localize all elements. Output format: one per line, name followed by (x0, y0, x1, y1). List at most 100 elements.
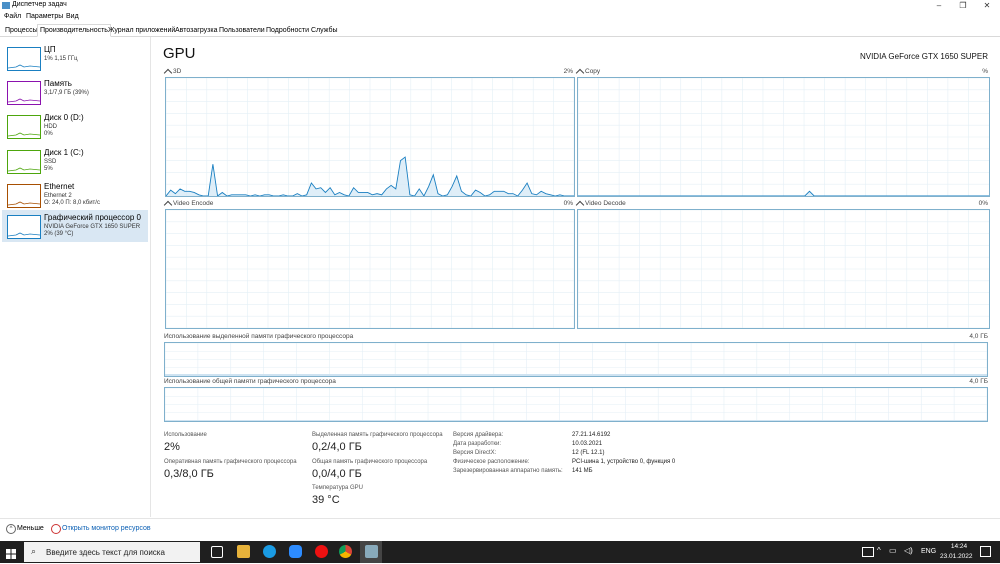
dedicated-value: 0,2/4,0 ГБ (312, 441, 362, 453)
shared-value: 0,0/4,0 ГБ (312, 468, 362, 480)
network-icon[interactable]: ▭ (889, 546, 897, 555)
maximize-icon[interactable]: ❐ (950, 0, 976, 12)
engine-label-copy: Copy (585, 68, 601, 75)
tab-services[interactable]: Службы (308, 24, 341, 37)
engine-max-video-encode: 0% (563, 200, 573, 207)
task-manager-icon[interactable] (365, 545, 378, 558)
clock-time[interactable]: 14:24 (947, 543, 971, 550)
detail-value: 12 (FL 12.1) (572, 450, 605, 456)
menu-file[interactable]: Файл (4, 13, 21, 20)
shared-label: Общая память графического процессора (312, 459, 428, 465)
sidebar-item-0[interactable]: ЦП 1% 1,15 ГГц (2, 42, 148, 74)
page-title: GPU (163, 45, 196, 62)
dedicated-mem-graph-max: 4,0 ГБ (969, 333, 988, 340)
detail-key: Дата разработки: (453, 441, 502, 447)
sidebar-item-2[interactable]: Диск 0 (D:) HDD 0% (2, 110, 148, 142)
chevron-up-icon[interactable]: ^ (877, 546, 881, 555)
tab-users[interactable]: Пользователи (216, 24, 268, 37)
engine-label-video-encode: Video Encode (173, 200, 214, 207)
sidebar-item-name: ЦП (44, 45, 56, 54)
detail-key: Зарезервированная аппаратно память: (453, 468, 563, 474)
tab-details[interactable]: Подробности (263, 24, 312, 37)
chevron-icon[interactable] (163, 200, 173, 210)
tab-startup[interactable]: Автозагрузка (172, 24, 220, 37)
minimize-icon[interactable]: – (926, 0, 952, 12)
sidebar-item-name: Ethernet (44, 182, 75, 191)
language-indicator[interactable]: ENG (921, 548, 936, 555)
volume-icon[interactable]: ◁) (904, 546, 913, 555)
dedicated-mem-graph-label: Использование выделенной памяти графичес… (164, 333, 354, 340)
tab-app-history[interactable]: Журнал приложений (105, 24, 178, 37)
window-title: Диспетчер задач (12, 1, 67, 8)
dedicated-mem-graph (164, 342, 988, 377)
skype-icon[interactable] (263, 545, 276, 558)
sidebar-thumbnail (7, 115, 41, 139)
engine-max-video-decode: 0% (978, 200, 988, 207)
sidebar-item-4[interactable]: Ethernet Ethernet 2 О: 24,0 П: 8,0 кбит/с (2, 179, 148, 211)
tab-performance[interactable]: Производительность (37, 24, 111, 37)
search-icon: ⌕ (31, 546, 37, 556)
shared-mem-graph-label: Использование общей памяти графического … (164, 378, 336, 385)
sidebar-thumbnail (7, 150, 41, 174)
gpu-mem-value: 0,3/8,0 ГБ (164, 468, 214, 480)
file-explorer-icon[interactable] (237, 545, 250, 558)
opera-icon[interactable] (315, 545, 328, 558)
engine-max-copy: % (982, 68, 988, 75)
sidebar-item-sub1: Ethernet 2 (44, 193, 72, 199)
sidebar-item-sub1: NVIDIA GeForce GTX 1650 SUPER (44, 224, 141, 230)
resource-monitor-link[interactable]: Открыть монитор ресурсов (62, 525, 151, 532)
engine-graph-video-decode (577, 209, 990, 329)
shared-mem-graph (164, 387, 988, 422)
detail-key: Физическое расположение: (453, 459, 530, 465)
engine-graph-3d (165, 77, 575, 197)
title-bar (0, 0, 1000, 12)
engine-max-3d: 2% (563, 68, 573, 75)
clock-date[interactable]: 23.01.2022 (940, 553, 973, 560)
sidebar-item-1[interactable]: Память 3,1/7,9 ГБ (39%) (2, 76, 148, 108)
temp-label: Температура GPU (312, 485, 364, 491)
dedicated-label: Выделенная память графического процессор… (312, 432, 443, 438)
sidebar-item-5[interactable]: Графический процессор 0 NVIDIA GeForce GT… (2, 210, 148, 242)
sidebar-item-name: Графический процессор 0 (44, 213, 141, 222)
notification-area-icon[interactable] (862, 547, 874, 557)
detail-value: 27.21.14.6192 (572, 432, 611, 438)
chevron-up-icon[interactable]: ^ (6, 524, 16, 534)
menu-view[interactable]: Вид (66, 13, 79, 20)
chevron-icon[interactable] (575, 68, 585, 78)
sidebar-thumbnail (7, 47, 41, 71)
sidebar-item-sub2: О: 24,0 П: 8,0 кбит/с (44, 200, 100, 206)
action-center-icon[interactable] (980, 546, 991, 557)
gpu-mem-label: Оперативная память графического процессо… (164, 459, 297, 465)
tab-processes[interactable]: Процессы (2, 24, 41, 37)
menu-options[interactable]: Параметры (26, 13, 63, 20)
sidebar (0, 37, 151, 517)
zoom-icon[interactable] (289, 545, 302, 558)
temp-value: 39 °C (312, 494, 340, 506)
task-view-icon[interactable] (211, 546, 223, 558)
detail-value: PCI-шина 1, устройство 0, функция 0 (572, 459, 676, 465)
chrome-icon[interactable] (339, 545, 352, 558)
sidebar-item-sub2: 2% (39 °C) (44, 231, 74, 237)
sidebar-item-sub1: SSD (44, 159, 57, 165)
sidebar-item-3[interactable]: Диск 1 (C:) SSD 5% (2, 145, 148, 177)
search-placeholder: Введите здесь текст для поиска (46, 548, 165, 557)
sidebar-item-sub1: 1% 1,15 ГГц (44, 56, 78, 62)
detail-value: 141 МБ (572, 468, 593, 474)
sidebar-thumbnail (7, 184, 41, 208)
sidebar-item-sub1: HDD (44, 124, 57, 130)
less-button[interactable]: Меньше (17, 525, 44, 532)
gpu-model: NVIDIA GeForce GTX 1650 SUPER (859, 52, 988, 61)
chevron-icon[interactable] (163, 68, 173, 78)
engine-label-3d: 3D (173, 68, 182, 75)
windows-start-icon[interactable] (6, 546, 16, 559)
detail-value: 10.03.2021 (572, 441, 603, 447)
sidebar-item-sub2: 5% (44, 166, 53, 172)
sidebar-thumbnail (7, 81, 41, 105)
resource-monitor-icon (51, 524, 61, 534)
detail-key: Версия DirectX: (453, 450, 497, 456)
chevron-icon[interactable] (575, 200, 585, 210)
detail-key: Версия драйвера: (453, 432, 504, 438)
close-icon[interactable]: ✕ (974, 0, 1000, 12)
engine-graph-video-encode (165, 209, 575, 329)
shared-mem-graph-max: 4,0 ГБ (969, 378, 988, 385)
